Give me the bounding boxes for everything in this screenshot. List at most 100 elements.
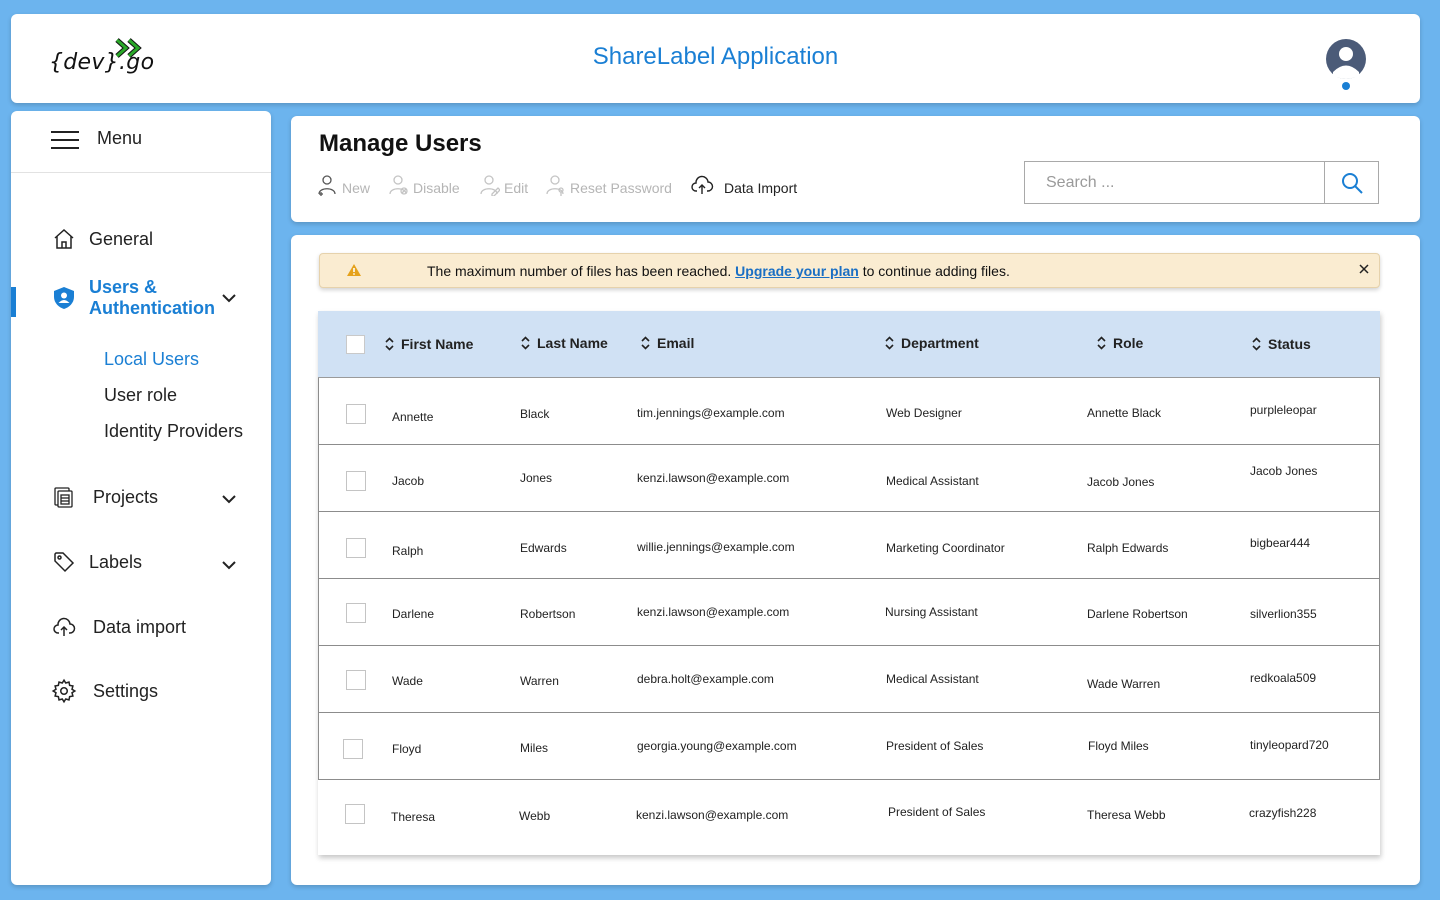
label-line-1: Users & xyxy=(89,277,158,297)
cell-email: kenzi.lawson@example.com xyxy=(637,605,790,619)
column-header-email[interactable]: Email xyxy=(640,335,694,351)
tag-icon xyxy=(51,549,77,575)
cell-email: willie.jennings@example.com xyxy=(637,540,795,554)
sort-icon xyxy=(385,337,394,351)
cell-last-name: Jones xyxy=(520,471,553,485)
warning-icon xyxy=(347,264,361,276)
cell-last-name: Robertson xyxy=(520,607,576,621)
sidebar-item-settings[interactable]: Settings xyxy=(51,678,158,704)
select-all-checkbox[interactable] xyxy=(346,335,365,354)
sidebar-item-projects[interactable]: Projects xyxy=(51,484,158,510)
cell-first-name: Theresa xyxy=(391,810,436,824)
app-header: {dev}.go ShareLabel Application xyxy=(11,14,1420,103)
table-row[interactable]: Ralph Edwards willie.jennings@example.co… xyxy=(318,512,1380,579)
table-row[interactable]: Wade Warren debra.holt@example.com Medic… xyxy=(318,646,1380,713)
column-header-role[interactable]: Role xyxy=(1096,335,1143,351)
sidebar-item-labels[interactable]: Labels xyxy=(51,549,142,575)
column-label: Status xyxy=(1268,336,1311,352)
column-header-department[interactable]: Department xyxy=(884,335,979,351)
search-input[interactable] xyxy=(1025,162,1324,203)
cell-role: Ralph Edwards xyxy=(1087,541,1169,555)
column-label: Department xyxy=(901,335,979,351)
sidebar-item-label: Labels xyxy=(89,551,143,572)
column-header-status[interactable]: Status xyxy=(1251,336,1311,352)
cell-status: Jacob Jones xyxy=(1250,464,1318,478)
column-label: First Name xyxy=(401,336,474,352)
home-icon xyxy=(51,226,77,252)
column-header-first-name[interactable]: First Name xyxy=(384,336,473,352)
sidebar-item-users-authentication[interactable]: Users & Authentication xyxy=(51,277,215,319)
edit-user-label: Edit xyxy=(504,180,529,196)
data-import-label: Data Import xyxy=(724,180,798,196)
sidebar-subitem-identity-providers[interactable]: Identity Providers xyxy=(104,421,243,442)
alert-text-before: The maximum number of files has been rea… xyxy=(427,263,736,279)
cell-status: silverlion355 xyxy=(1250,607,1317,621)
hamburger-icon[interactable] xyxy=(51,131,79,151)
chevron-down-icon[interactable] xyxy=(221,494,237,504)
data-import-button[interactable]: Data Import xyxy=(690,174,797,196)
table-row[interactable]: Floyd Miles georgia.young@example.com Pr… xyxy=(318,713,1380,780)
close-icon[interactable] xyxy=(1358,263,1370,275)
cloud-upload-icon xyxy=(51,614,77,640)
row-checkbox[interactable] xyxy=(346,603,366,623)
row-checkbox[interactable] xyxy=(343,739,363,759)
cell-email: kenzi.lawson@example.com xyxy=(637,471,790,485)
user-key-icon xyxy=(546,175,564,196)
table-header: First Name Last Name Email Department Ro… xyxy=(318,311,1380,378)
sidebar-item-label: Settings xyxy=(93,680,159,701)
cell-first-name: Annette xyxy=(392,410,434,424)
menu-toggle[interactable]: Menu xyxy=(11,111,271,173)
table-row[interactable]: Darlene Robertson kenzi.lawson@example.c… xyxy=(318,579,1380,646)
search-button[interactable] xyxy=(1324,162,1378,203)
cell-first-name: Ralph xyxy=(392,544,424,558)
new-user-button[interactable]: New xyxy=(318,174,370,196)
sidebar-item-data-import[interactable]: Data import xyxy=(51,614,186,640)
cell-first-name: Wade xyxy=(392,674,423,688)
label-line-2: Authentication xyxy=(89,298,215,318)
cell-role: Floyd Miles xyxy=(1088,739,1149,753)
cell-first-name: Darlene xyxy=(392,607,435,621)
menu-label: Menu xyxy=(97,128,143,148)
row-checkbox[interactable] xyxy=(345,804,365,824)
cell-role: Jacob Jones xyxy=(1087,475,1155,489)
upgrade-plan-link[interactable]: Upgrade your plan xyxy=(735,263,859,279)
sort-icon xyxy=(521,336,530,350)
table-row[interactable]: Jacob Jones kenzi.lawson@example.com Med… xyxy=(318,445,1380,512)
column-header-last-name[interactable]: Last Name xyxy=(520,335,608,351)
disable-user-button[interactable]: Disable xyxy=(389,174,460,196)
cell-department: Medical Assistant xyxy=(886,474,979,488)
table-row[interactable]: Theresa Webb kenzi.lawson@example.com Pr… xyxy=(318,780,1380,847)
sidebar-subitem-user-role[interactable]: User role xyxy=(104,385,177,406)
sidebar-subitem-local-users[interactable]: Local Users xyxy=(104,349,199,370)
chevron-down-icon[interactable] xyxy=(221,293,237,303)
sidebar-item-label: Users & Authentication xyxy=(89,277,215,319)
cell-department: President of Sales xyxy=(886,739,984,753)
row-checkbox[interactable] xyxy=(346,404,366,424)
sort-icon xyxy=(1252,337,1261,351)
app-title: ShareLabel Application xyxy=(592,43,839,70)
sort-icon xyxy=(1097,336,1106,350)
cell-last-name: Warren xyxy=(520,674,559,688)
row-checkbox[interactable] xyxy=(346,538,366,558)
chevron-down-icon[interactable] xyxy=(221,560,237,570)
edit-user-button[interactable]: Edit xyxy=(480,174,528,196)
sidebar-item-label: General xyxy=(89,228,154,249)
table-row[interactable]: Annette Black tim.jennings@example.com W… xyxy=(318,378,1380,445)
cell-role: Wade Warren xyxy=(1087,677,1161,691)
sidebar-item-general[interactable]: General xyxy=(51,226,153,252)
users-table: First Name Last Name Email Department Ro… xyxy=(318,311,1380,855)
search-box xyxy=(1024,161,1379,204)
row-checkbox[interactable] xyxy=(346,471,366,491)
row-checkbox[interactable] xyxy=(346,670,366,690)
user-disable-icon xyxy=(389,175,408,195)
reset-password-button[interactable]: Reset Password xyxy=(546,174,672,196)
gear-icon xyxy=(51,678,77,704)
cell-department: Marketing Coordinator xyxy=(886,541,1005,555)
sidebar-item-label: Projects xyxy=(93,486,159,507)
cell-department: President of Sales xyxy=(888,805,986,819)
user-avatar[interactable] xyxy=(1325,39,1369,93)
sort-icon xyxy=(641,336,650,350)
cell-role: Annette Black xyxy=(1087,406,1162,420)
cell-status: redkoala509 xyxy=(1250,671,1317,685)
reset-password-label: Reset Password xyxy=(570,180,672,196)
